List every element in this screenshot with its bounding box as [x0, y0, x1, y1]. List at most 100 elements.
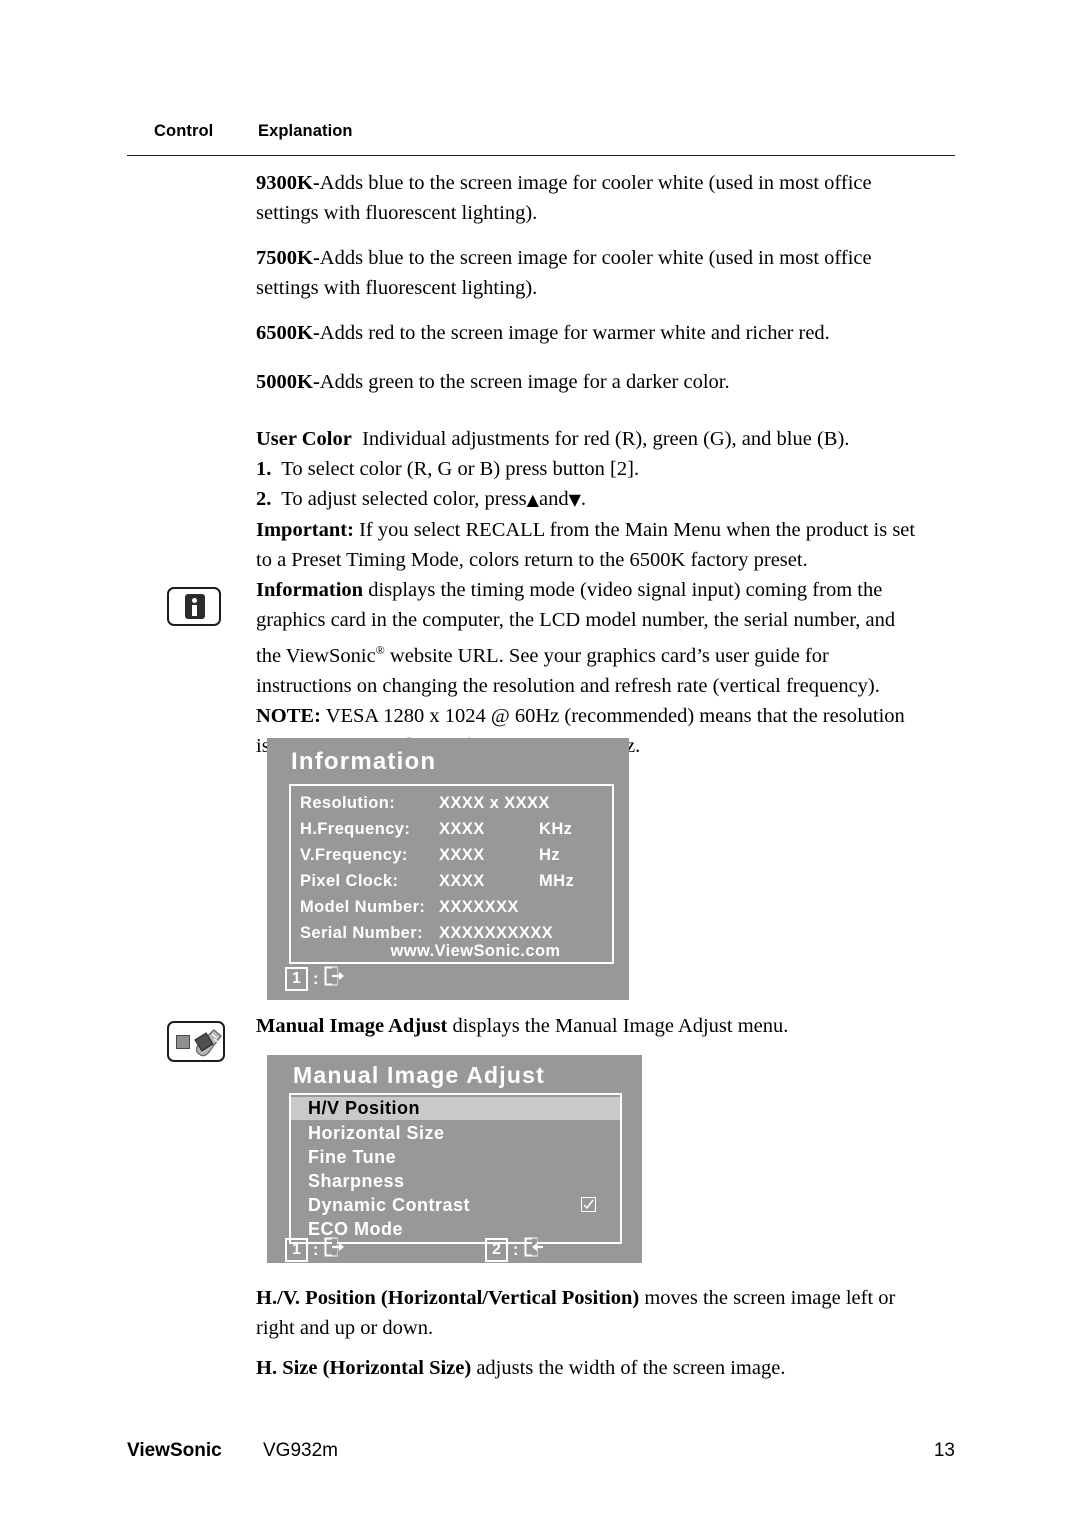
wrench-tool-icon — [167, 1021, 225, 1062]
osd-info-value-hfrequency: XXXX — [439, 820, 485, 838]
information-line2: graphics card in the computer, the LCD m… — [256, 609, 896, 631]
header-divider — [127, 155, 955, 156]
osd-info-label-pixelclock: Pixel Clock: — [300, 872, 399, 890]
osd-footer-separator-2: : — [512, 1239, 519, 1259]
menu-item-label: H/V Position — [308, 1098, 421, 1118]
term-6500k: 6500K- — [256, 322, 320, 344]
osd-manual-image-adjust-panel: Manual Image Adjust H/V Position Horizon… — [267, 1055, 642, 1263]
footer-model: VG932m — [263, 1440, 338, 1461]
text-7500k-line1: Adds blue to the screen image for cooler… — [319, 247, 872, 269]
wrench-icon-glyph — [194, 1029, 222, 1057]
osd-information-footer: 1 : — [285, 966, 346, 991]
term-important: Important: — [256, 519, 354, 541]
term-note: NOTE: — [256, 704, 321, 727]
table-header-row: Control Explanation — [127, 122, 955, 148]
checked-checkbox-icon[interactable] — [581, 1197, 596, 1212]
osd-information-panel: Information Resolution: XXXX x XXXX H.Fr… — [267, 738, 629, 1000]
enter-arrow-icon — [524, 1237, 546, 1262]
important-line2: to a Preset Timing Mode, colors return t… — [256, 549, 808, 571]
footer-page-number: 13 — [933, 1440, 955, 1461]
registered-trademark-icon: ® — [375, 643, 385, 657]
menu-item-label: Sharpness — [308, 1171, 405, 1191]
paragraph-6500k: 6500K-Adds red to the screen image for w… — [256, 318, 956, 348]
osd-info-label-vfrequency: V.Frequency: — [300, 846, 408, 864]
term-7500k: 7500K- — [256, 247, 320, 269]
osd-footer-separator-1: : — [312, 1239, 319, 1259]
information-line4: instructions on changing the resolution … — [256, 674, 880, 697]
text-user-color-line1: Individual adjustments for red (R), gree… — [362, 428, 850, 450]
paragraph-h-size: H. Size (Horizontal Size) adjusts the wi… — [256, 1353, 956, 1383]
menu-item-sharpness[interactable]: Sharpness — [291, 1170, 620, 1193]
step-1-number: 1. — [256, 458, 272, 480]
step-2-text-a: To adjust selected color, press — [281, 488, 527, 510]
osd-key-2[interactable]: 2 — [485, 1237, 508, 1262]
information-line3-a: the ViewSonic — [256, 644, 376, 667]
text-6500k-line1: Adds red to the screen image for warmer … — [319, 322, 830, 344]
osd-info-unit-hfrequency: KHz — [539, 820, 573, 838]
menu-item-dynamic-contrast[interactable]: Dynamic Contrast — [291, 1194, 620, 1217]
menu-item-hv-position[interactable]: H/V Position — [291, 1097, 620, 1120]
document-page: Control Explanation 9300K-Adds blue to t… — [0, 0, 1080, 1528]
osd-key-1[interactable]: 1 — [285, 966, 308, 991]
osd-info-value-pixelclock: XXXX — [439, 872, 485, 890]
exit-arrow-icon — [324, 966, 346, 991]
osd-manual-title: Manual Image Adjust — [293, 1062, 545, 1088]
osd-info-value-serialnumber: XXXXXXXXXX — [439, 924, 554, 942]
menu-item-horizontal-size[interactable]: Horizontal Size — [291, 1122, 620, 1145]
osd-information-box: Resolution: XXXX x XXXX H.Frequency: XXX… — [289, 784, 614, 964]
osd-info-url: www.ViewSonic.com — [390, 942, 561, 960]
paragraph-user-color: User Color Individual adjustments for re… — [256, 424, 956, 575]
column-header-explanation: Explanation — [258, 122, 353, 140]
term-9300k: 9300K- — [256, 172, 320, 194]
term-manual-image-adjust: Manual Image Adjust — [256, 1015, 448, 1037]
h-size-line1: adjusts the width of the screen image. — [476, 1357, 786, 1379]
down-triangle-icon: ▼ — [568, 490, 581, 509]
term-5000k: 5000K- — [256, 371, 320, 393]
information-icon-dot — [192, 598, 197, 603]
paragraph-hv-position: H./V. Position (Horizontal/Vertical Posi… — [256, 1283, 956, 1343]
osd-footer-separator-1: : — [312, 968, 319, 988]
step-2-text-b: . — [580, 488, 587, 510]
osd-info-label-hfrequency: H.Frequency: — [300, 820, 411, 838]
note-line1: VESA 1280 x 1024 @ 60Hz (recommended) me… — [325, 704, 905, 727]
paragraph-information: Information displays the timing mode (vi… — [256, 575, 956, 761]
osd-info-label-modelnumber: Model Number: — [300, 898, 426, 916]
term-information: Information — [256, 579, 364, 601]
step-1-text: To select color (R, G or B) press button… — [281, 458, 640, 480]
paragraph-9300k: 9300K-Adds blue to the screen image for … — [256, 168, 956, 228]
osd-manual-box: H/V Position Horizontal Size Fine Tune S… — [289, 1093, 622, 1244]
osd-info-unit-pixelclock: MHz — [539, 872, 575, 890]
osd-key-1[interactable]: 1 — [285, 1237, 308, 1262]
menu-item-label: Dynamic Contrast — [308, 1195, 471, 1215]
hv-position-line1: moves the screen image left or — [644, 1287, 896, 1309]
osd-manual-footer-exit: 1 : — [285, 1237, 346, 1262]
menu-item-fine-tune[interactable]: Fine Tune — [291, 1146, 620, 1169]
information-line1: displays the timing mode (video signal i… — [368, 579, 883, 601]
osd-info-value-vfrequency: XXXX — [439, 846, 485, 864]
step-2-number: 2. — [256, 488, 272, 510]
wrench-icon-square — [176, 1035, 190, 1049]
step-2-and: and — [538, 488, 569, 510]
page-footer: ViewSonic VG932m 13 — [127, 1440, 955, 1468]
paragraph-5000k: 5000K-Adds green to the screen image for… — [256, 367, 956, 397]
column-header-control: Control — [154, 122, 214, 140]
osd-info-value-resolution: XXXX x XXXX — [439, 794, 550, 812]
osd-manual-footer-enter: 2 : — [485, 1237, 546, 1262]
exit-arrow-icon — [324, 1237, 346, 1262]
osd-information-title: Information — [291, 748, 437, 775]
menu-item-label: Fine Tune — [308, 1147, 397, 1167]
information-icon-badge — [185, 594, 205, 619]
information-icon — [167, 587, 221, 626]
important-line1: If you select RECALL from the Main Menu … — [359, 519, 916, 541]
osd-info-label-resolution: Resolution: — [300, 794, 396, 812]
paragraph-manual-image-adjust: Manual Image Adjust displays the Manual … — [256, 1011, 956, 1041]
term-h-size: H. Size (Horizontal Size) — [256, 1357, 472, 1379]
text-9300k-line1: Adds blue to the screen image for cooler… — [319, 172, 872, 194]
up-triangle-icon: ▲ — [526, 490, 539, 509]
manual-image-adjust-line1: displays the Manual Image Adjust menu. — [452, 1015, 789, 1037]
term-user-color: User Color — [256, 428, 352, 450]
paragraph-7500k: 7500K-Adds blue to the screen image for … — [256, 243, 956, 303]
text-7500k-line2: settings with fluorescent lighting). — [256, 277, 538, 299]
information-icon-stem — [192, 605, 197, 616]
term-hv-position: H./V. Position (Horizontal/Vertical Posi… — [256, 1287, 640, 1309]
